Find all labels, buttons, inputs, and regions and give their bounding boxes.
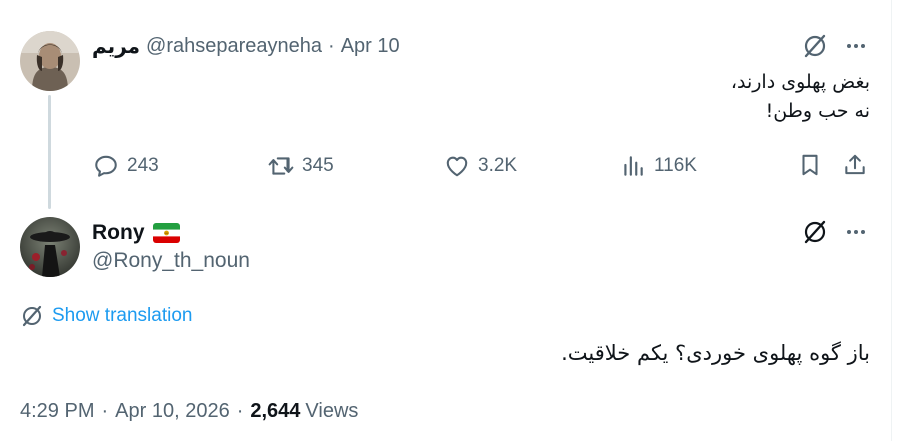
tweet1-text-line1: بغض پهلوی دارند، xyxy=(730,71,870,93)
views-label: Views xyxy=(305,399,359,422)
tweet2-text: باز گوه پهلوی خوردی؟ یکم خلاقیت. xyxy=(561,341,870,365)
show-translation-link[interactable]: Show translation xyxy=(20,303,192,329)
repost-count: 345 xyxy=(302,155,334,176)
grok-icon[interactable] xyxy=(802,33,828,59)
tweet-date[interactable]: Apr 10, 2026 xyxy=(115,400,230,423)
views-count: 116K xyxy=(654,155,697,176)
views-count: 2,644 xyxy=(250,399,301,422)
share-icon[interactable] xyxy=(842,152,868,178)
thread-connector-line xyxy=(48,95,51,209)
tweet1-header: مریم @rahsepareayneha · Apr 10 xyxy=(92,34,400,58)
separator-dot: · xyxy=(236,399,244,422)
display-name[interactable]: Rony xyxy=(92,221,145,245)
timeline-border xyxy=(891,0,892,441)
grok-icon xyxy=(22,305,42,327)
iran-flag-icon xyxy=(152,223,180,243)
repost-icon xyxy=(268,157,294,175)
user-handle[interactable]: @rahsepareayneha xyxy=(146,35,322,58)
repost-button[interactable]: 345 xyxy=(268,151,334,181)
reply-button[interactable]: 243 xyxy=(93,151,159,181)
like-button[interactable]: 3.2K xyxy=(444,151,517,181)
reply-icon xyxy=(95,155,117,177)
tweet-time[interactable]: 4:29 PM xyxy=(20,400,94,423)
separator-dot: · xyxy=(328,34,335,57)
more-icon[interactable] xyxy=(844,34,868,58)
avatar-photo xyxy=(20,31,80,91)
more-icon[interactable] xyxy=(844,220,868,244)
views-button[interactable]: 116K xyxy=(620,151,697,181)
tweet-date[interactable]: Apr 10 xyxy=(341,35,400,58)
tweet1-text-line2: نه حب وطن! xyxy=(765,100,870,122)
like-count: 3.2K xyxy=(478,155,518,176)
avatar[interactable] xyxy=(20,31,80,91)
views-icon xyxy=(624,156,643,176)
avatar[interactable] xyxy=(20,217,80,277)
user-handle[interactable]: @Rony_th_noun xyxy=(92,249,250,273)
tweet2-meta: 4:29 PM · Apr 10, 2026 · 2,644 Views xyxy=(20,397,358,425)
display-name[interactable]: مریم xyxy=(92,34,140,59)
avatar-photo xyxy=(20,217,80,277)
tweet1-text: بغض پهلوی دارند، نه حب وطن! xyxy=(270,68,870,126)
tweet2-name-row: Rony xyxy=(92,219,180,247)
bookmark-icon[interactable] xyxy=(797,152,823,178)
reply-count: 243 xyxy=(127,155,159,176)
like-icon xyxy=(446,156,468,177)
show-translation-label: Show translation xyxy=(52,305,193,326)
separator-dot: · xyxy=(101,399,109,422)
grok-icon[interactable] xyxy=(802,219,828,245)
